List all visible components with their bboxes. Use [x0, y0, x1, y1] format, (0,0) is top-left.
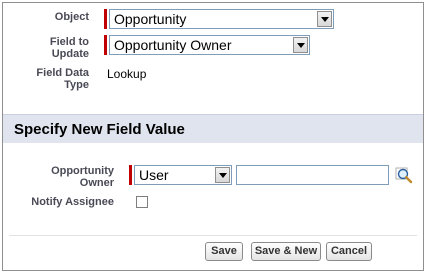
- save-button[interactable]: Save: [205, 242, 243, 261]
- field-data-type-label-line1: Field Data: [36, 67, 89, 79]
- field-to-update-label-line2: Update: [51, 48, 89, 60]
- chevron-down-icon[interactable]: [293, 37, 308, 53]
- edit-panel: Object Opportunity Field to Update Oppor…: [2, 2, 424, 271]
- required-marker: [104, 9, 107, 29]
- field-data-type-value: Lookup: [107, 67, 147, 81]
- opportunity-owner-label-line2: Owner: [79, 177, 114, 189]
- field-to-update-select[interactable]: Opportunity Owner: [109, 35, 310, 55]
- object-label: Object: [54, 11, 89, 23]
- chevron-down-icon[interactable]: [317, 11, 332, 27]
- owner-type-value: User: [139, 167, 169, 183]
- notify-assignee-checkbox[interactable]: [136, 196, 148, 208]
- owner-type-select[interactable]: User: [134, 165, 232, 185]
- section-header: Specify New Field Value: [3, 114, 423, 143]
- owner-lookup-input[interactable]: [236, 165, 389, 185]
- required-marker: [104, 35, 107, 55]
- notify-assignee-label: Notify Assignee: [31, 196, 114, 208]
- required-marker: [129, 165, 132, 185]
- opportunity-owner-label: Opportunity Owner: [11, 165, 114, 189]
- field-to-update-label-line1: Field to: [49, 36, 89, 48]
- field-to-update-value: Opportunity Owner: [114, 37, 232, 53]
- chevron-down-icon[interactable]: [215, 167, 230, 183]
- footer-divider: [9, 235, 417, 236]
- lookup-magnifier-icon[interactable]: [395, 166, 413, 184]
- cancel-button[interactable]: Cancel: [326, 242, 372, 261]
- section-title: Specify New Field Value: [14, 121, 185, 138]
- field-to-update-label: Field to Update: [11, 36, 89, 60]
- field-data-type-label-line2: Type: [64, 79, 89, 91]
- object-select-value: Opportunity: [114, 11, 187, 27]
- field-data-type-label: Field Data Type: [11, 67, 89, 91]
- object-select[interactable]: Opportunity: [109, 9, 334, 29]
- opportunity-owner-label-line1: Opportunity: [51, 165, 114, 177]
- save-and-new-button[interactable]: Save & New: [251, 242, 321, 261]
